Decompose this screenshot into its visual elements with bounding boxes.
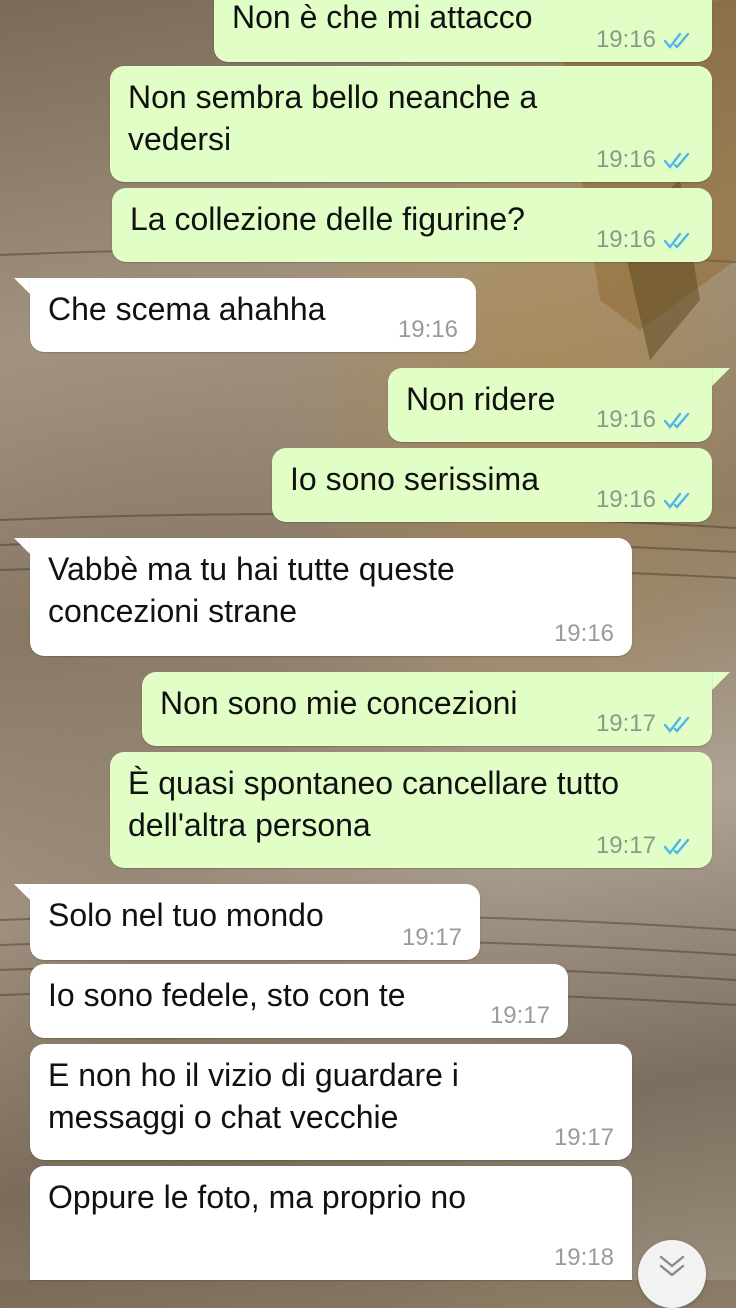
message-time: 19:17 [553, 1124, 614, 1151]
message-time: 19:17 [401, 924, 462, 951]
message-time: 19:16 [397, 316, 458, 343]
message-text: Oppure le foto, ma proprio no [48, 1179, 467, 1215]
message-time: 19:17 [595, 710, 656, 737]
bubble-tail [712, 672, 730, 690]
message-meta: 19:16 [596, 146, 694, 174]
chevron-double-down-icon [659, 1255, 685, 1277]
message-time: 19:16 [595, 406, 656, 433]
message-time: 19:17 [595, 832, 656, 859]
message-bubble-incoming[interactable]: Vabbè ma tu hai tutte queste concezioni … [30, 538, 632, 656]
double-check-icon [664, 838, 690, 855]
message-time: 19:16 [595, 226, 656, 253]
message-bubble-incoming[interactable]: E non ho il vizio di guardare i messaggi… [30, 1044, 632, 1160]
double-check-icon [664, 492, 690, 509]
double-check-icon [664, 232, 690, 249]
double-check-icon [664, 716, 690, 733]
message-meta: 19:17 [554, 1124, 614, 1152]
message-meta: 19:16 [596, 26, 694, 54]
message-time: 19:18 [553, 1244, 614, 1271]
double-check-icon [664, 152, 690, 169]
message-meta: 19:16 [596, 486, 694, 514]
message-meta: 19:16 [398, 316, 458, 344]
message-time: 19:16 [595, 486, 656, 513]
message-meta: 19:16 [554, 620, 614, 648]
message-bubble-outgoing[interactable]: Non è che mi attacco 19:16 [214, 0, 712, 62]
message-bubble-outgoing[interactable]: Io sono serissima 19:16 [272, 448, 712, 522]
message-bubble-outgoing[interactable]: È quasi spontaneo cancellare tutto dell'… [110, 752, 712, 868]
double-check-icon [664, 32, 690, 49]
message-bubble-incoming[interactable]: Che scema ahahha 19:16 [30, 278, 476, 352]
message-list[interactable]: Non è che mi attacco 19:16 Non sembra be… [0, 0, 736, 1308]
message-time: 19:16 [553, 620, 614, 647]
message-bubble-outgoing[interactable]: Non sembra bello neanche a vedersi 19:16 [110, 66, 712, 182]
message-meta: 19:17 [596, 710, 694, 738]
message-meta: 19:17 [490, 1002, 550, 1030]
bubble-tail [712, 368, 730, 386]
message-meta: 19:17 [402, 924, 462, 952]
message-bubble-outgoing[interactable]: Non ridere 19:16 [388, 368, 712, 442]
double-check-icon [664, 412, 690, 429]
message-bubble-incoming[interactable]: Solo nel tuo mondo 19:17 [30, 884, 480, 960]
scroll-to-bottom-button[interactable] [638, 1240, 706, 1308]
message-bubble-incoming[interactable]: Oppure le foto, ma proprio no 19:18 [30, 1166, 632, 1280]
message-text: E non ho il vizio di guardare i messaggi… [48, 1057, 459, 1135]
message-meta: 19:16 [596, 226, 694, 254]
message-text: Vabbè ma tu hai tutte queste concezioni … [48, 551, 455, 629]
message-meta: 19:18 [554, 1244, 614, 1272]
message-time: 19:17 [489, 1002, 550, 1029]
message-bubble-outgoing[interactable]: Non sono mie concezioni 19:17 [142, 672, 712, 746]
message-bubble-incoming[interactable]: Io sono fedele, sto con te 19:17 [30, 964, 568, 1038]
message-time: 19:16 [595, 146, 656, 173]
message-text: Che scema ahahha [48, 291, 326, 327]
message-text: Io sono fedele, sto con te [48, 977, 406, 1013]
message-meta: 19:16 [596, 406, 694, 434]
message-bubble-outgoing[interactable]: La collezione delle figurine? 19:16 [112, 188, 712, 262]
message-text: Solo nel tuo mondo [48, 897, 324, 933]
message-meta: 19:17 [596, 832, 694, 860]
message-time: 19:16 [595, 26, 656, 53]
